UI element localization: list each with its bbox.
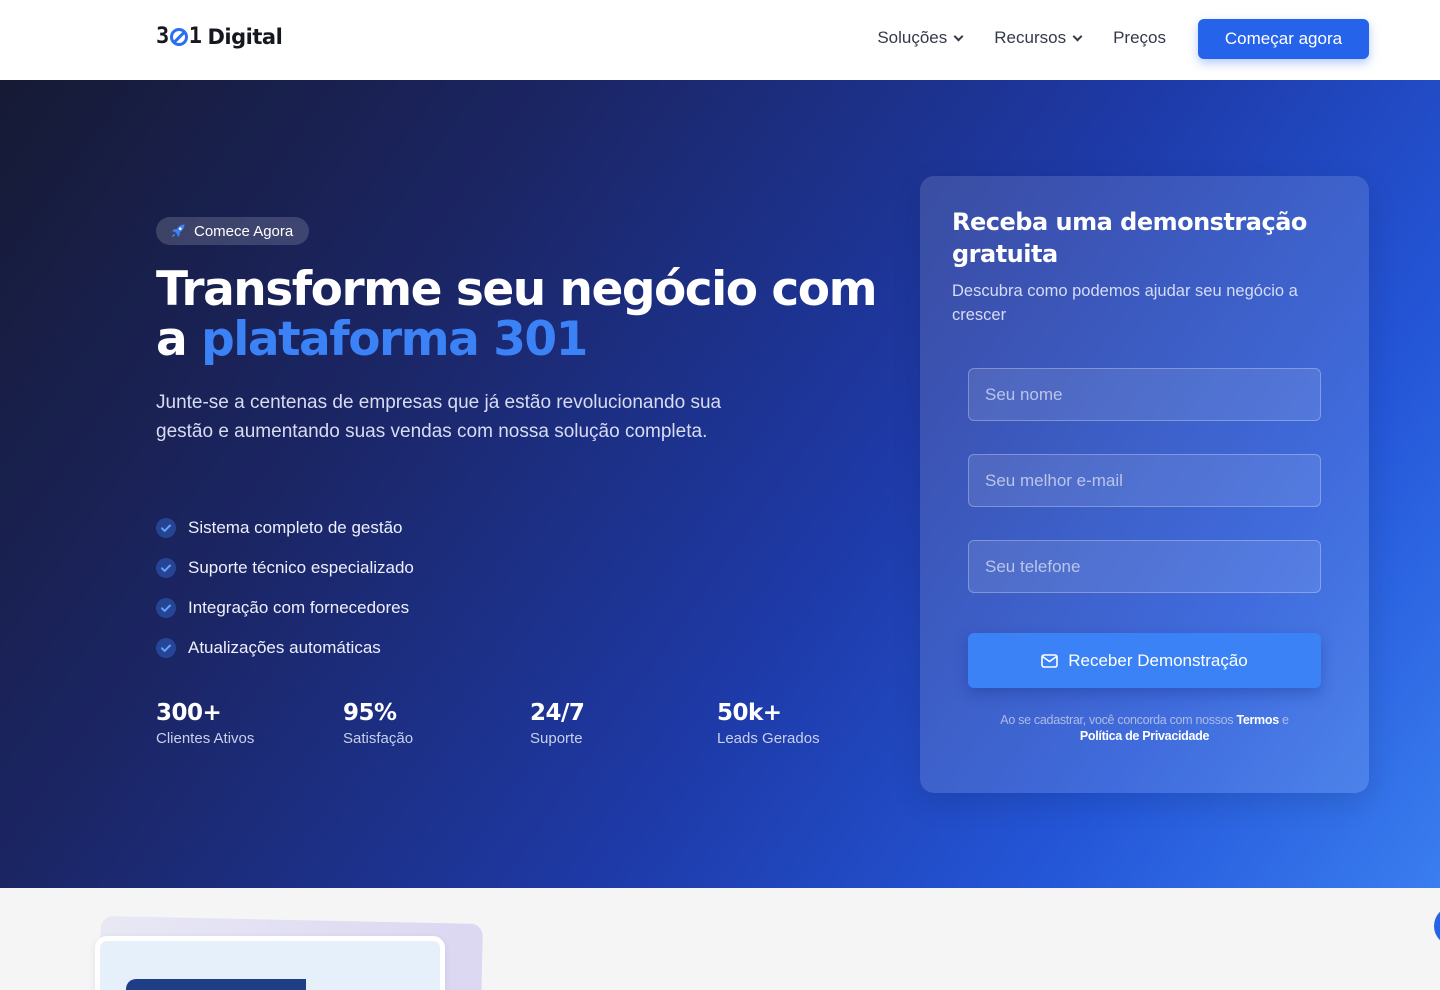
badge-label: Comece Agora <box>194 222 294 240</box>
logo-zero-icon <box>169 27 188 46</box>
nav-label: Soluções <box>877 28 948 47</box>
stat-satisfaction: 95% Satisfação <box>343 700 530 747</box>
check-icon <box>156 598 176 618</box>
terms-notice: Ao se cadastrar, você concorda com nosso… <box>968 712 1321 744</box>
dashboard-mockup-image <box>95 936 445 990</box>
stat-value: 95% <box>343 700 397 726</box>
request-demo-button[interactable]: Receber Demonstração <box>968 633 1321 688</box>
stat-value: 300+ <box>156 700 222 726</box>
stat-leads: 50k+ Leads Gerados <box>717 700 904 747</box>
stat-label: Satisfação <box>343 730 414 747</box>
chevron-down-icon <box>953 31 964 41</box>
hero-badge: Comece Agora <box>156 217 310 245</box>
terms-link[interactable]: Termos <box>1236 713 1279 727</box>
start-now-button[interactable]: Começar agora <box>1198 19 1369 59</box>
feature-item: Atualizações automáticas <box>156 628 414 668</box>
feature-label: Atualizações automáticas <box>188 638 381 657</box>
privacy-link[interactable]: Política de Privacidade <box>1080 729 1210 743</box>
rocket-icon <box>171 224 185 238</box>
feature-item: Integração com fornecedores <box>156 588 414 628</box>
stat-support: 24/7 Suporte <box>530 700 717 747</box>
brand-name: Digital <box>207 24 283 49</box>
feature-item: Sistema completo de gestão <box>156 508 414 548</box>
feature-label: Suporte técnico especializado <box>188 558 414 577</box>
logo-digit-3: 3 <box>156 24 169 49</box>
logo-digit-1: 1 <box>188 24 202 49</box>
feature-label: Sistema completo de gestão <box>188 518 403 537</box>
mockup-bar <box>126 979 306 990</box>
stats-row: 300+ Clientes Ativos 95% Satisfação 24/7… <box>156 700 904 747</box>
stat-clients: 300+ Clientes Ativos <box>156 700 343 747</box>
next-section <box>0 888 1440 990</box>
terms-and: e <box>1278 713 1289 727</box>
main-nav: Soluções Recursos Preços <box>877 28 1166 48</box>
feature-item: Suporte técnico especializado <box>156 548 414 588</box>
demo-form-card: Receba uma demonstração gratuita Descubr… <box>920 176 1369 793</box>
chevron-down-icon <box>1072 31 1083 41</box>
terms-text: Ao se cadastrar, você concorda com nosso… <box>1000 713 1237 727</box>
check-icon <box>156 558 176 578</box>
submit-label: Receber Demonstração <box>1068 650 1248 670</box>
check-icon <box>156 638 176 658</box>
nav-item-solucoes[interactable]: Soluções <box>877 28 964 48</box>
logo-mark: 3 1 <box>156 24 202 49</box>
headline-highlight: plataforma 301 <box>201 312 588 367</box>
envelope-icon <box>1041 653 1059 668</box>
stat-value: 50k+ <box>717 700 782 726</box>
nav-label: Preços <box>1113 28 1166 47</box>
form-title: Receba uma demonstração gratuita <box>952 208 1307 268</box>
nav-label: Recursos <box>994 28 1067 47</box>
stat-value: 24/7 <box>530 700 585 726</box>
check-icon <box>156 518 176 538</box>
stat-label: Leads Gerados <box>717 730 820 747</box>
chat-floating-button[interactable] <box>1434 906 1440 946</box>
feature-label: Integração com fornecedores <box>188 598 410 617</box>
nav-item-precos[interactable]: Preços <box>1113 28 1166 48</box>
stat-label: Suporte <box>530 730 583 747</box>
hero-section: Comece Agora Transforme seu negócio com … <box>0 80 1440 888</box>
brand-logo[interactable]: 3 1 Digital <box>156 24 283 49</box>
email-input[interactable] <box>968 454 1321 507</box>
phone-input[interactable] <box>968 540 1321 593</box>
hero-headline: Transforme seu negócio com a plataforma … <box>156 265 916 365</box>
form-description: Descubra como podemos ajudar seu negócio… <box>952 282 1298 324</box>
feature-list: Sistema completo de gestão Suporte técni… <box>156 508 414 668</box>
nav-item-recursos[interactable]: Recursos <box>994 28 1083 48</box>
top-navbar: 3 1 Digital Soluções Recursos Preços Com… <box>0 0 1440 80</box>
stat-label: Clientes Ativos <box>156 730 255 747</box>
hero-subtitle: Junte-se a centenas de empresas que já e… <box>156 392 722 442</box>
name-input[interactable] <box>968 368 1321 421</box>
